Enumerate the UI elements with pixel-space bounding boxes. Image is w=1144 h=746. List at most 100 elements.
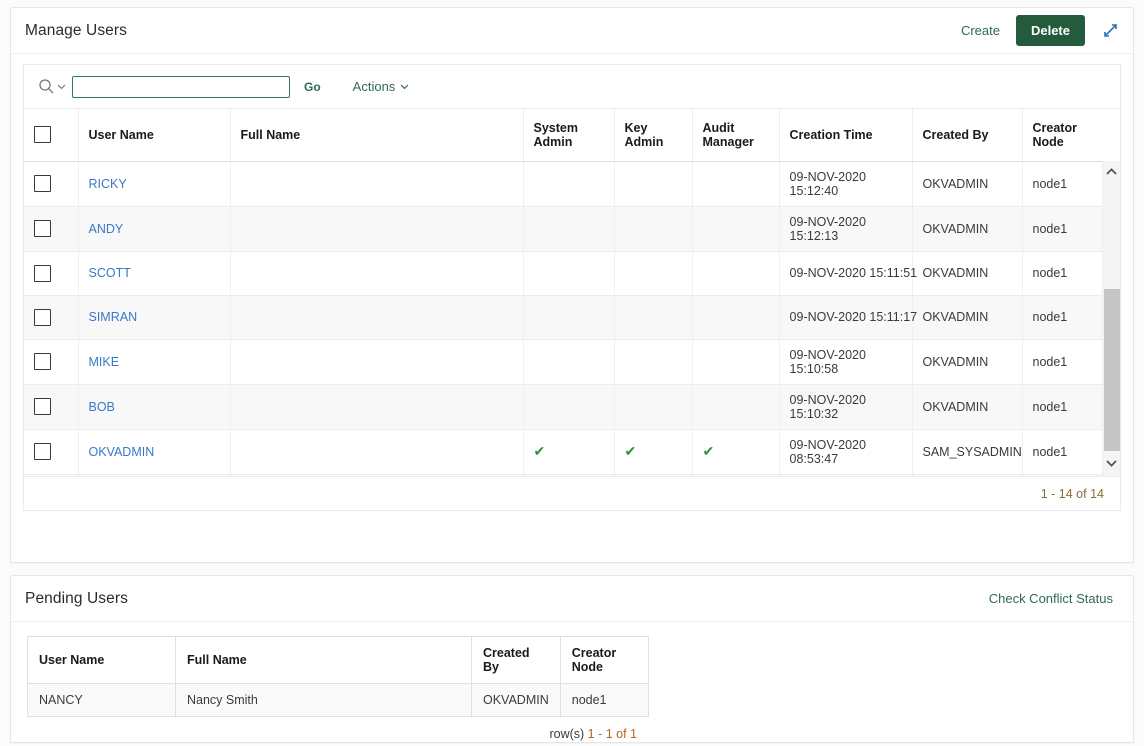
- create-button[interactable]: Create: [949, 16, 1012, 45]
- page-title: Manage Users: [25, 22, 949, 40]
- manage-users-card: Manage Users Create Delete: [10, 7, 1134, 563]
- cell-creator-node: node1: [1022, 161, 1104, 206]
- row-checkbox[interactable]: [34, 398, 51, 415]
- column-header-full-name[interactable]: Full Name: [230, 109, 523, 161]
- user-name-link[interactable]: BOB: [89, 400, 115, 414]
- cell-user-name: ALICE_AUDADMIN: [78, 474, 230, 476]
- users-grid-wrapper: User Name Full Name System Admin Key Adm…: [24, 109, 1120, 476]
- row-select-cell: [24, 251, 78, 295]
- row-checkbox[interactable]: [34, 175, 51, 192]
- search-bar: Go Actions: [24, 65, 1120, 109]
- row-checkbox[interactable]: [34, 353, 51, 370]
- actions-button[interactable]: Actions: [343, 73, 420, 100]
- manage-users-region: Go Actions: [11, 54, 1133, 523]
- column-header-creator-node[interactable]: Creator Node: [1022, 109, 1104, 161]
- scrollbar-thumb[interactable]: [1104, 289, 1120, 451]
- table-row[interactable]: OKVADMIN✔✔✔09-NOV-2020 08:53:47SAM_SYSAD…: [24, 429, 1104, 474]
- cell-creation-time: 09-NOV-2020 15:10:58: [779, 339, 912, 384]
- user-name-link[interactable]: SCOTT: [89, 266, 131, 280]
- user-name-link[interactable]: ANDY: [89, 222, 124, 236]
- column-header-created-by[interactable]: Created By: [912, 109, 1022, 161]
- cell-key-admin: [614, 474, 692, 476]
- search-icon[interactable]: [36, 74, 72, 99]
- cell-created-by: OKVADMIN: [912, 339, 1022, 384]
- cell-system-admin: [523, 295, 614, 339]
- row-checkbox[interactable]: [34, 265, 51, 282]
- table-row[interactable]: BOB09-NOV-2020 15:10:32OKVADMINnode1: [24, 384, 1104, 429]
- expand-icon[interactable]: [1095, 16, 1125, 46]
- chevron-down-icon: [57, 82, 66, 91]
- search-input[interactable]: [72, 76, 290, 98]
- vertical-scrollbar[interactable]: [1102, 161, 1120, 476]
- cell-full-name: [230, 429, 523, 474]
- row-checkbox[interactable]: [34, 309, 51, 326]
- column-header-key-admin[interactable]: Key Admin: [614, 109, 692, 161]
- pending-users-title: Pending Users: [25, 590, 977, 608]
- cell-audit-manager: [692, 295, 779, 339]
- pending-table-header-row: User Name Full Name Created By Creator N…: [28, 637, 649, 684]
- cell-creation-time: 09-NOV-2020 08:49:28: [779, 474, 912, 476]
- cell-system-admin: [523, 384, 614, 429]
- go-button[interactable]: Go: [294, 74, 331, 100]
- cell-creator-node: node1: [1022, 474, 1104, 476]
- cell-audit-manager: [692, 339, 779, 384]
- user-name-link[interactable]: RICKY: [89, 177, 127, 191]
- cell-key-admin: ✔: [614, 429, 692, 474]
- column-header-system-admin[interactable]: System Admin: [523, 109, 614, 161]
- users-pagination-range[interactable]: 1 - 14 of 14: [1041, 487, 1104, 501]
- pending-cell-user-name: NANCY: [28, 684, 176, 717]
- cell-user-name: SIMRAN: [78, 295, 230, 339]
- pending-cell-created-by: OKVADMIN: [472, 684, 561, 717]
- row-checkbox[interactable]: [34, 220, 51, 237]
- cell-full-name: [230, 161, 523, 206]
- user-name-link[interactable]: OKVADMIN: [89, 445, 155, 459]
- user-name-link[interactable]: SIMRAN: [89, 310, 138, 324]
- cell-audit-manager: [692, 251, 779, 295]
- user-name-link[interactable]: MIKE: [89, 355, 120, 369]
- users-grid-scroll[interactable]: User Name Full Name System Admin Key Adm…: [24, 109, 1120, 476]
- cell-created-by: OKVADMIN: [912, 206, 1022, 251]
- table-row[interactable]: MIKE 09-NOV-2020 15:10:58OKVADMINnode1: [24, 339, 1104, 384]
- manage-users-header: Manage Users Create Delete: [11, 8, 1133, 54]
- users-table-body: RICKY09-NOV-2020 15:12:40OKVADMINnode1AN…: [24, 161, 1104, 476]
- users-pagination: 1 - 14 of 14: [24, 476, 1120, 510]
- select-all-checkbox[interactable]: [34, 126, 51, 143]
- cell-audit-manager: [692, 384, 779, 429]
- table-row[interactable]: ANDY09-NOV-2020 15:12:13OKVADMINnode1: [24, 206, 1104, 251]
- cell-key-admin: [614, 161, 692, 206]
- column-header-audit-manager[interactable]: Audit Manager: [692, 109, 779, 161]
- delete-button[interactable]: Delete: [1016, 15, 1085, 46]
- cell-creation-time: 09-NOV-2020 15:12:40: [779, 161, 912, 206]
- cell-full-name: [230, 339, 523, 384]
- table-row[interactable]: ALICE_AUDADMIN✔09-NOV-2020 08:49:28node1: [24, 474, 1104, 476]
- table-row[interactable]: RICKY 09-NOV-2020 15:12:40OKVADMINnode1: [24, 161, 1104, 206]
- pending-users-card: Pending Users Check Conflict Status User…: [10, 575, 1134, 743]
- cell-user-name: RICKY: [78, 161, 230, 206]
- cell-creator-node: node1: [1022, 339, 1104, 384]
- checkmark-icon: ✔: [534, 443, 546, 459]
- pending-cell-creator-node: node1: [560, 684, 648, 717]
- cell-key-admin: [614, 295, 692, 339]
- check-conflict-status-button[interactable]: Check Conflict Status: [977, 584, 1125, 613]
- pending-column-header-user-name: User Name: [28, 637, 176, 684]
- row-checkbox[interactable]: [34, 443, 51, 460]
- cell-created-by: OKVADMIN: [912, 161, 1022, 206]
- table-row[interactable]: SIMRAN09-NOV-2020 15:11:17OKVADMINnode1: [24, 295, 1104, 339]
- scroll-down-arrow-icon[interactable]: [1103, 452, 1120, 474]
- column-header-creation-time[interactable]: Creation Time: [779, 109, 912, 161]
- cell-system-admin: [523, 161, 614, 206]
- cell-created-by: [912, 474, 1022, 476]
- cell-user-name: ANDY: [78, 206, 230, 251]
- pending-users-header: Pending Users Check Conflict Status: [11, 576, 1133, 622]
- cell-audit-manager: [692, 161, 779, 206]
- table-row[interactable]: SCOTT09-NOV-2020 15:11:51OKVADMINnode1: [24, 251, 1104, 295]
- cell-creator-node: node1: [1022, 295, 1104, 339]
- pending-users-pagination: row(s) 1 - 1 of 1: [27, 717, 637, 741]
- cell-audit-manager: ✔: [692, 429, 779, 474]
- cell-system-admin: [523, 206, 614, 251]
- row-select-cell: [24, 474, 78, 476]
- cell-creation-time: 09-NOV-2020 15:11:17: [779, 295, 912, 339]
- cell-creator-node: node1: [1022, 251, 1104, 295]
- column-header-user-name[interactable]: User Name: [78, 109, 230, 161]
- scroll-up-arrow-icon[interactable]: [1103, 161, 1120, 183]
